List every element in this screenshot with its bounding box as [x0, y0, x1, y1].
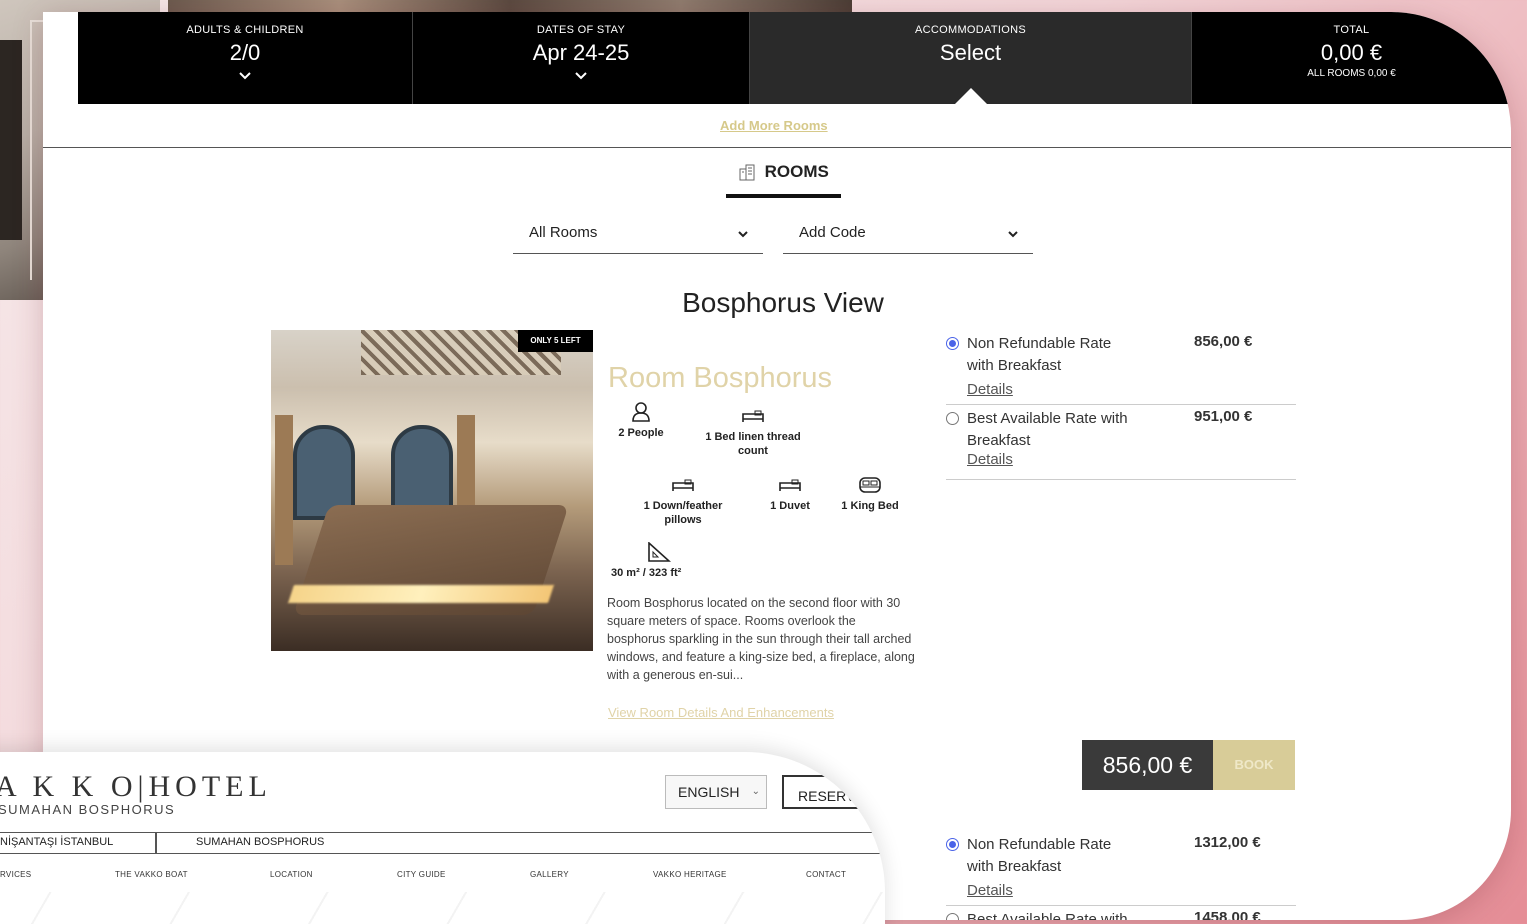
rooms-filter-value: All Rooms	[529, 224, 598, 241]
rate-option[interactable]: Best Available Rate with Breakfast 951,0…	[946, 408, 1296, 480]
nav-vakko-boat[interactable]: THE VAKKO BOAT	[115, 870, 188, 879]
rate-radio[interactable]	[946, 913, 959, 920]
amenity-people-label: 2 People	[618, 427, 664, 439]
view-room-details-link[interactable]: View Room Details And Enhancements	[608, 705, 834, 720]
room-name: Room Bosphorus	[608, 362, 833, 394]
room-photo[interactable]: ONLY 5 LEFT	[271, 330, 593, 651]
nav-gallery[interactable]: GALLERY	[530, 870, 569, 879]
amenity-duvet-label: 1 Duvet	[770, 500, 810, 512]
rate-radio[interactable]	[946, 337, 959, 350]
add-more-rooms-link[interactable]: Add More Rooms	[720, 118, 828, 133]
room-description: Room Bosphorus located on the second flo…	[607, 596, 915, 682]
total-summary[interactable]: TOTAL 0,00 € ALL ROOMS 0,00 €	[1192, 12, 1511, 104]
dates-label: DATES OF STAY	[536, 24, 626, 36]
tab-nisantasi[interactable]: NİŞANTAŞI İSTANBUL	[0, 836, 113, 848]
amenity-linen-label: 1 Bed linen thread count	[705, 431, 801, 457]
chevron-down-icon	[239, 72, 251, 80]
rate-name: Non Refundable Rate with Breakfast	[967, 335, 1112, 374]
accommodations-label: ACCOMMODATIONS	[915, 24, 1026, 36]
amenity-king-label: 1 King Bed	[841, 500, 899, 512]
promo-code-select[interactable]: Add Code	[783, 218, 1033, 254]
chevron-down-icon	[575, 72, 587, 80]
bed-icon	[779, 479, 801, 491]
ruler-triangle-icon	[648, 542, 671, 562]
chevron-down-icon	[1008, 231, 1018, 238]
language-value: ENGLISH	[678, 784, 740, 800]
rate-details-link[interactable]: Details	[967, 451, 1013, 468]
guests-value: 2/0	[229, 40, 261, 65]
rate-name: Best Available Rate with Breakfast	[967, 410, 1128, 449]
divider	[43, 147, 1511, 148]
hotel-logo[interactable]: A K K O|HOTEL	[0, 770, 272, 804]
amenity-duvet: 1 Duvet	[765, 475, 815, 513]
guests-selector[interactable]: ADULTS & CHILDREN 2/0	[78, 12, 413, 104]
bed-icon	[672, 479, 694, 491]
amenity-pillows: 1 Down/feather pillows	[633, 475, 733, 527]
total-value: 0,00 €	[1320, 40, 1383, 65]
nav-location[interactable]: LOCATION	[270, 870, 313, 879]
rate-radio[interactable]	[946, 412, 959, 425]
rate-price: 1312,00 €	[1194, 834, 1261, 851]
guests-label: ADULTS & CHILDREN	[186, 24, 304, 36]
accommodations-selector[interactable]: ACCOMMODATIONS Select	[750, 12, 1192, 104]
nav-services[interactable]: RVICES	[0, 870, 31, 879]
rate-price: 856,00 €	[1194, 333, 1253, 350]
chevron-down-icon	[738, 231, 748, 238]
dates-selector[interactable]: DATES OF STAY Apr 24-25	[413, 12, 750, 104]
photo-dark-block	[0, 40, 22, 240]
rate-option[interactable]: Non Refundable Rate with Breakfast 856,0…	[946, 333, 1296, 405]
building-icon	[739, 164, 755, 181]
rate-price: 951,00 €	[1194, 408, 1253, 425]
amenity-pillows-label: 1 Down/feather pillows	[643, 500, 723, 526]
dates-value: Apr 24-25	[532, 40, 630, 65]
hotel-website-card: A K K O|HOTEL SUMAHAN BOSPHORUS ENGLISH …	[0, 752, 885, 924]
rate-radio[interactable]	[946, 838, 959, 851]
book-button[interactable]: BOOK	[1213, 740, 1295, 790]
amenity-linen: 1 Bed linen thread count	[698, 406, 808, 458]
rate-option[interactable]: Non Refundable Rate with Breakfast 1312,…	[946, 834, 1296, 906]
king-bed-icon	[859, 477, 881, 493]
nav-vakko-heritage[interactable]: VAKKO HERITAGE	[653, 870, 727, 879]
reserve-button[interactable]: RESERV	[782, 775, 885, 809]
rate-details-link[interactable]: Details	[967, 381, 1013, 398]
amenity-people: 2 People	[611, 402, 671, 440]
tab-separator	[155, 833, 157, 853]
tab-rooms-label: ROOMS	[764, 162, 829, 181]
amenity-size-label: 30 m² / 323 ft²	[611, 567, 682, 579]
amenity-size: 30 m² / 323 ft²	[611, 542, 701, 580]
person-icon	[632, 402, 650, 422]
room-category-title: Bosphorus View	[682, 287, 884, 318]
photo-glow	[288, 585, 554, 603]
active-pointer	[955, 88, 987, 104]
total-label: TOTAL	[1333, 24, 1370, 36]
hotel-logo-subtitle: SUMAHAN BOSPHORUS	[0, 802, 176, 817]
rate-details-link[interactable]: Details	[967, 882, 1013, 899]
rate-name: Best Available Rate with	[967, 911, 1128, 920]
amenity-king-bed: 1 King Bed	[835, 475, 905, 513]
availability-badge: ONLY 5 LEFT	[518, 330, 593, 352]
background-photo-strip	[168, 0, 852, 12]
tab-rooms[interactable]: ROOMS	[726, 162, 841, 198]
booking-bar: ADULTS & CHILDREN 2/0 DATES OF STAY Apr …	[78, 12, 1511, 104]
chevron-down-icon: ⌄	[751, 786, 760, 797]
rate-name: Non Refundable Rate with Breakfast	[967, 836, 1112, 875]
promo-code-value: Add Code	[799, 224, 866, 241]
tab-sumahan[interactable]: SUMAHAN BOSPHORUS	[196, 836, 324, 848]
rate-option[interactable]: Best Available Rate with 1458,00 €	[946, 909, 1296, 920]
total-sub: ALL ROOMS 0,00 €	[1307, 68, 1396, 79]
language-select[interactable]: ENGLISH ⌄	[665, 775, 767, 809]
nav-contact[interactable]: CONTACT	[806, 870, 846, 879]
hotel-tabs: NİŞANTAŞI İSTANBUL SUMAHAN BOSPHORUS	[0, 832, 885, 854]
accommodations-value: Select	[939, 40, 1002, 65]
decorative-pattern	[0, 892, 885, 924]
bed-icon	[742, 410, 764, 422]
photo-curtain	[275, 415, 293, 565]
nav-city-guide[interactable]: CITY GUIDE	[397, 870, 446, 879]
rooms-filter-select[interactable]: All Rooms	[513, 218, 763, 254]
selected-price: 856,00 €	[1082, 740, 1213, 790]
rate-price: 1458,00 €	[1194, 909, 1261, 920]
